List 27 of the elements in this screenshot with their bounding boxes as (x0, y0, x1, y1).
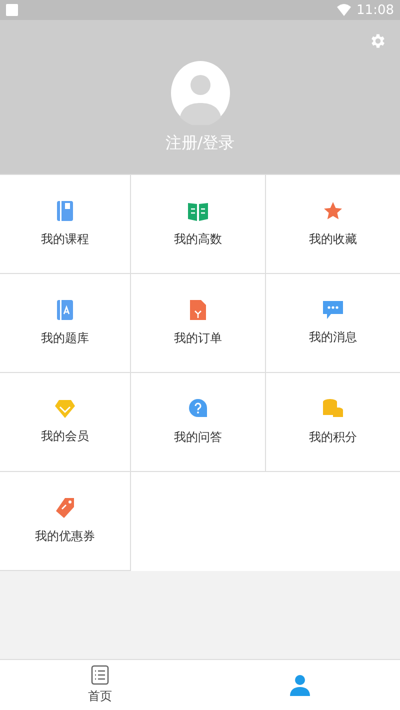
notification-icon (6, 4, 18, 16)
menu-item[interactable]: 我的课程 (0, 175, 131, 274)
avatar-icon[interactable] (170, 61, 230, 125)
menu-item[interactable]: 我的题库 (0, 274, 131, 373)
letter-book-icon (57, 300, 73, 320)
menu-item[interactable]: 我的订单 (131, 274, 266, 373)
clock-time: 11:08 (356, 2, 394, 18)
book-icon (57, 200, 73, 220)
menu-item[interactable]: 我的问答 (131, 373, 266, 472)
ticket-icon (56, 498, 74, 518)
menu-item[interactable]: 我的积分 (266, 373, 400, 472)
settings-icon[interactable] (369, 32, 387, 50)
chat-icon (323, 300, 343, 318)
list-icon (91, 665, 109, 685)
question-icon (189, 398, 207, 418)
menu-item[interactable]: 我的收藏 (266, 175, 400, 274)
menu-item[interactable]: 我的消息 (266, 274, 400, 373)
open-book-icon (188, 200, 208, 220)
person-icon (289, 674, 311, 696)
menu-item[interactable]: 我的高数 (131, 175, 266, 274)
diamond-icon (55, 400, 75, 418)
menu-item[interactable]: 我的优惠券 (0, 472, 131, 571)
coins-icon (323, 398, 343, 418)
star-icon (323, 200, 343, 220)
wifi-icon (336, 4, 351, 16)
menu-item[interactable]: 我的会员 (0, 373, 131, 472)
document-icon (190, 300, 206, 320)
